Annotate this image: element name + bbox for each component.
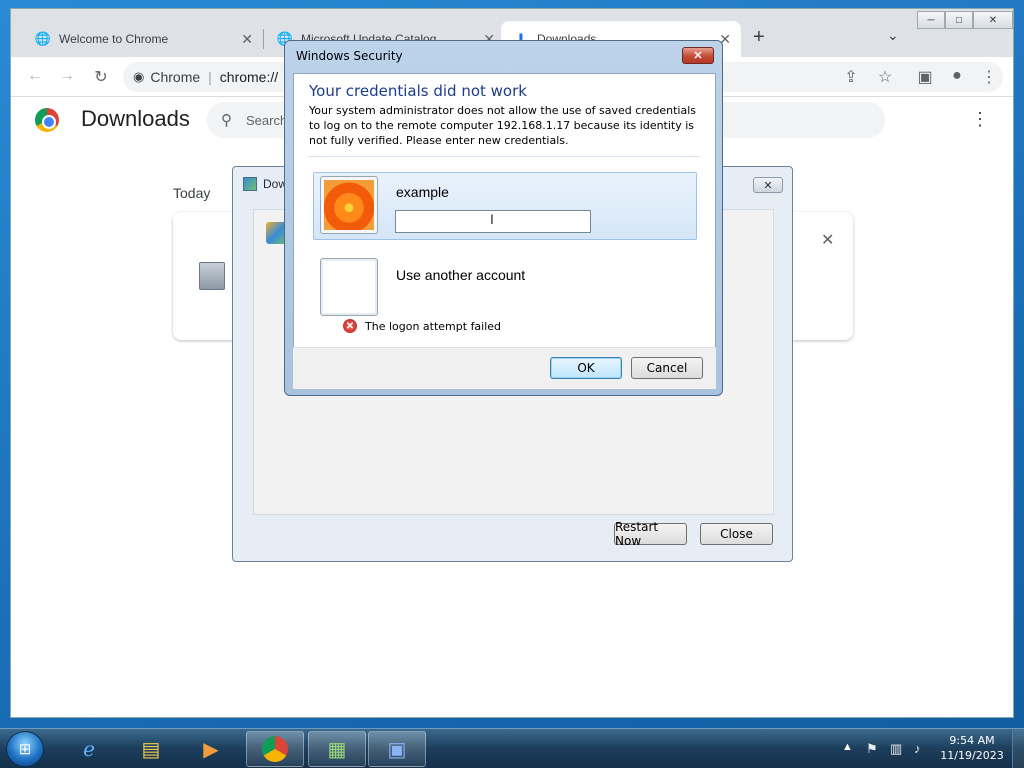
chrome-logo-icon xyxy=(35,108,59,132)
close-icon[interactable]: ✕ xyxy=(241,31,253,48)
network-icon[interactable]: ▥ xyxy=(890,741,902,757)
minimize-button[interactable]: ─ xyxy=(917,11,945,29)
close-window-button[interactable]: ✕ xyxy=(973,11,1013,29)
windows-security-dialog: Windows Security ✕ Your credentials did … xyxy=(284,40,723,396)
update-icon xyxy=(243,177,257,191)
user-avatar xyxy=(320,176,378,234)
url-text: chrome:// xyxy=(219,69,279,85)
search-icon: ⚲ xyxy=(221,112,232,129)
star-icon[interactable]: ☆ xyxy=(875,67,895,87)
close-button[interactable]: Close xyxy=(700,523,773,545)
new-tab-icon[interactable]: + xyxy=(753,26,765,49)
show-hidden-icons[interactable]: ▲ xyxy=(842,741,853,753)
globe-icon: 🌐 xyxy=(34,31,52,46)
taskbar: ⊞ ℯ ▤ ▶ ▦ ▣ ▲ ⚑ ▥ ♪ 9:54 AM 11/19/2023 xyxy=(0,728,1024,768)
clock-date: 11/19/2023 xyxy=(940,749,1004,762)
credential-panel: Your credentials did not work Your syste… xyxy=(293,73,716,389)
forward-icon[interactable]: → xyxy=(57,67,77,85)
restart-now-button[interactable]: Restart Now xyxy=(614,520,687,548)
clock[interactable]: 9:54 AM 11/19/2023 xyxy=(940,733,1004,763)
page-menu-icon[interactable]: ⋮ xyxy=(971,109,989,130)
dialog-footer: OK Cancel xyxy=(293,347,716,389)
close-icon[interactable]: ✕ xyxy=(753,177,783,193)
date-section-label: Today xyxy=(173,185,211,201)
close-button[interactable]: ✕ xyxy=(682,47,714,64)
file-explorer-icon[interactable]: ▤ xyxy=(122,731,180,767)
search-placeholder: Search xyxy=(246,112,288,128)
menu-kebab-icon[interactable]: ⋮ xyxy=(979,67,999,87)
windows-update-taskbar-icon[interactable]: ▦ xyxy=(308,731,366,767)
tab-welcome[interactable]: 🌐 Welcome to Chrome ✕ xyxy=(23,21,263,57)
error-description: Your system administrator does not allow… xyxy=(309,104,696,147)
other-account-avatar xyxy=(320,258,378,316)
profile-icon[interactable]: ● xyxy=(947,67,967,85)
maximize-button[interactable]: □ xyxy=(945,11,973,29)
use-another-account[interactable]: Use another account xyxy=(396,267,525,283)
back-icon[interactable]: ← xyxy=(25,67,45,85)
site-label: Chrome xyxy=(150,69,201,85)
cancel-button[interactable]: Cancel xyxy=(631,357,703,379)
show-desktop-button[interactable] xyxy=(1012,729,1024,768)
chrome-icon: ◉ xyxy=(133,69,145,84)
side-panel-icon[interactable]: ▣ xyxy=(915,67,935,87)
volume-icon[interactable]: ♪ xyxy=(914,741,921,756)
media-player-icon[interactable]: ▶ xyxy=(182,731,240,767)
chrome-taskbar-icon[interactable] xyxy=(246,731,304,767)
tab-label: Welcome to Chrome xyxy=(59,32,169,46)
clock-time: 9:54 AM xyxy=(949,734,995,747)
logon-error-text: The logon attempt failed xyxy=(365,320,502,333)
action-center-icon[interactable]: ⚑ xyxy=(866,741,878,757)
reload-icon[interactable]: ↻ xyxy=(91,67,111,87)
error-heading: Your credentials did not work xyxy=(309,82,527,100)
remove-icon[interactable]: ✕ xyxy=(821,230,834,250)
error-icon: ✕ xyxy=(343,319,357,333)
internet-explorer-icon[interactable]: ℯ xyxy=(60,731,118,767)
page-title: Downloads xyxy=(81,106,190,131)
account-name: example xyxy=(396,184,449,200)
dialog-title: Windows Security xyxy=(296,49,403,63)
share-icon[interactable]: ⇪ xyxy=(841,67,861,87)
remote-desktop-taskbar-icon[interactable]: ▣ xyxy=(368,731,426,767)
text-cursor-icon: Ι xyxy=(490,211,494,227)
chevron-down-icon[interactable]: ⌄ xyxy=(887,27,899,44)
file-icon xyxy=(199,262,225,290)
start-button[interactable]: ⊞ xyxy=(6,731,44,767)
ok-button[interactable]: OK xyxy=(550,357,622,379)
